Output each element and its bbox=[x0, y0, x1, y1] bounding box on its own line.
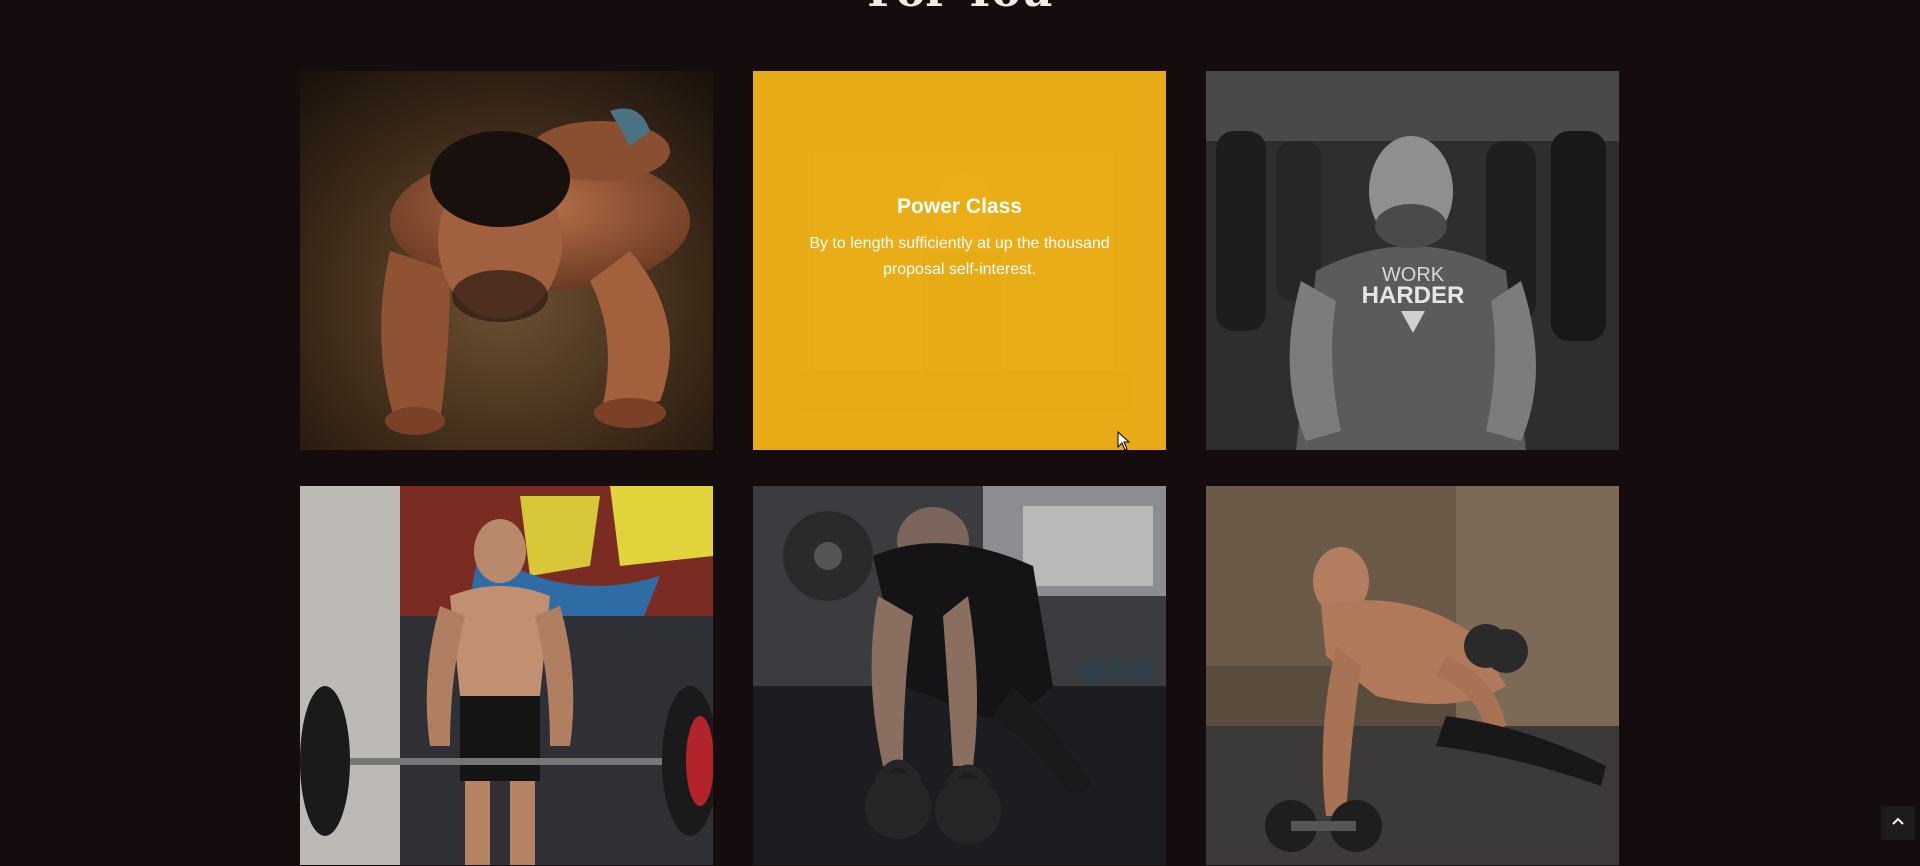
page: For You bbox=[0, 0, 1920, 866]
back-to-top-button[interactable] bbox=[1881, 806, 1915, 840]
card-description: By to length sufficiently at up the thou… bbox=[809, 234, 1110, 278]
work-harder-man-image: WORK HARDER bbox=[1206, 71, 1619, 450]
class-grid: Power Class By to length sufficiently at… bbox=[300, 71, 1620, 865]
svg-text:HARDER: HARDER bbox=[1362, 282, 1465, 309]
class-card-3[interactable]: WORK HARDER bbox=[1206, 71, 1619, 450]
dumbbell-row-image bbox=[1206, 486, 1619, 865]
barbell-deadlift-image bbox=[300, 486, 713, 865]
kettlebell-pushup-image bbox=[753, 486, 1166, 865]
class-card-5[interactable] bbox=[753, 486, 1166, 865]
section-title: For You bbox=[0, 0, 1920, 14]
class-card-4[interactable] bbox=[300, 486, 713, 865]
class-card-power-class[interactable]: Power Class By to length sufficiently at… bbox=[753, 71, 1166, 450]
class-card-1[interactable] bbox=[300, 71, 713, 450]
chevron-up-icon bbox=[1890, 813, 1906, 834]
card-title: Power Class bbox=[897, 194, 1022, 218]
power-class-overlay: Power Class By to length sufficiently at… bbox=[753, 71, 1166, 450]
class-card-6[interactable] bbox=[1206, 486, 1619, 865]
pushup-man-image bbox=[300, 71, 713, 450]
mouse-cursor-icon bbox=[1117, 430, 1131, 451]
